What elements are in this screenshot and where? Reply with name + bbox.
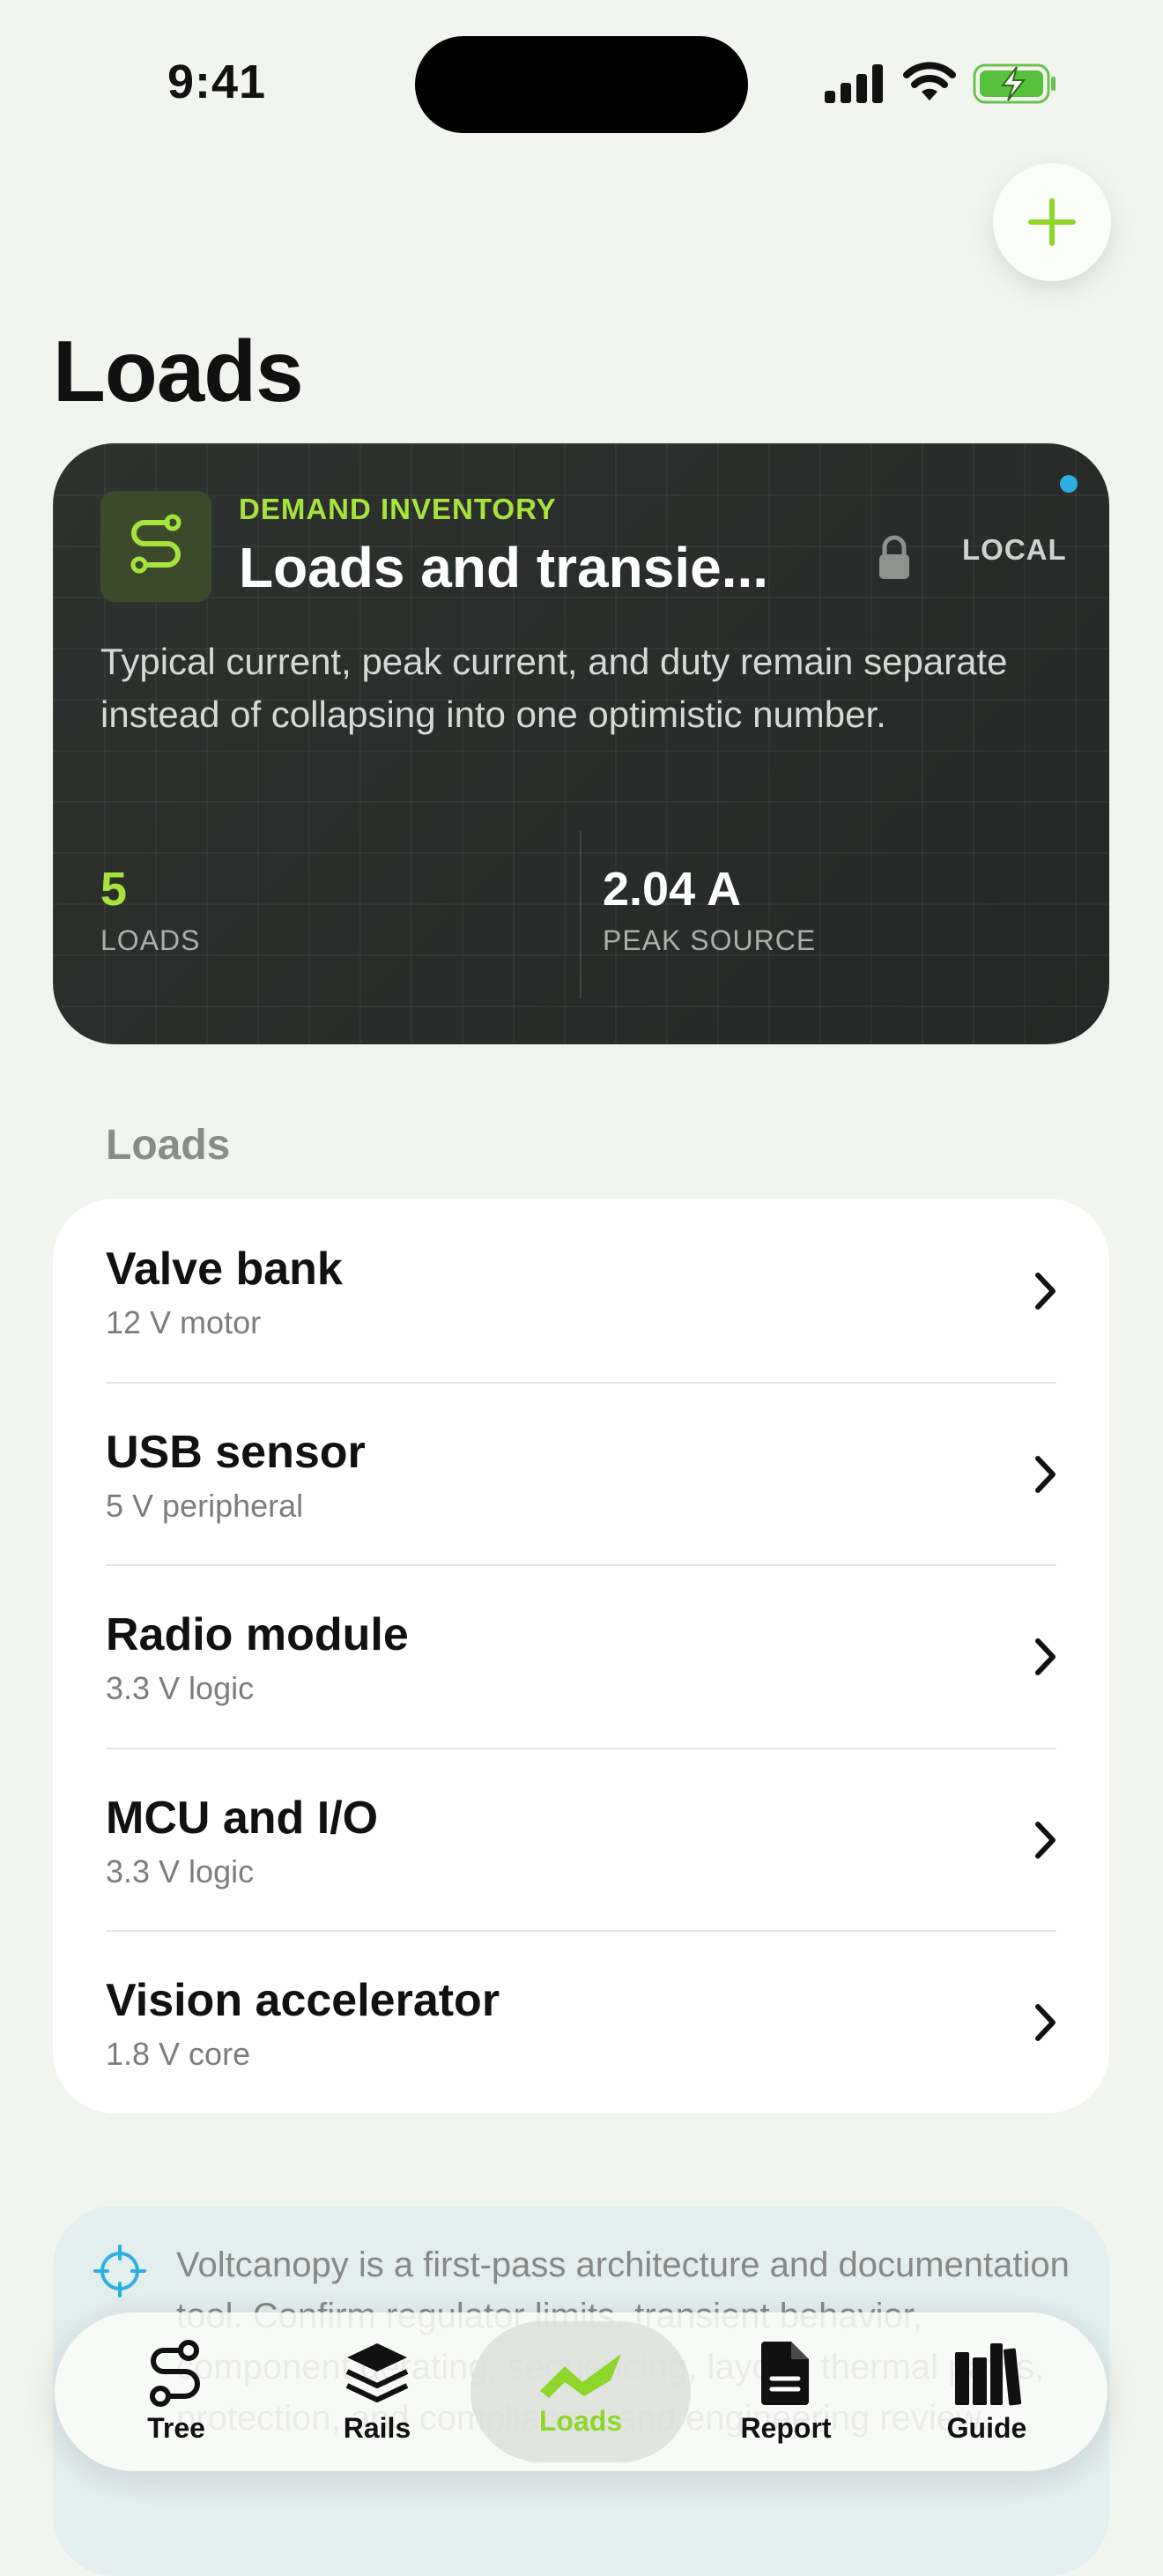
tab-label: Report — [740, 2411, 832, 2444]
tab-tree[interactable]: Tree — [76, 2312, 277, 2471]
load-name: Radio module — [106, 1609, 409, 1661]
card-eyebrow: DEMAND INVENTORY — [239, 493, 557, 525]
stat-label: LOADS — [100, 924, 201, 956]
status-time: 9:41 — [167, 56, 267, 108]
crosshair-icon — [93, 2245, 146, 2298]
cellular-signal-icon — [825, 64, 883, 103]
tab-guide[interactable]: Guide — [886, 2312, 1087, 2471]
chevron-right-icon — [1035, 2004, 1056, 2042]
status-dot — [1060, 475, 1078, 493]
loads-icon — [540, 2353, 621, 2398]
loads-list: Valve bank 12 V motor USB sensor 5 V per… — [53, 1199, 1109, 2113]
load-name: Valve bank — [106, 1243, 343, 1295]
card-title: Loads and transie... — [239, 536, 769, 599]
load-name: USB sensor — [106, 1426, 366, 1478]
add-load-button[interactable] — [993, 163, 1111, 281]
load-detail: 1.8 V core — [106, 2036, 251, 2073]
dynamic-island — [415, 36, 748, 133]
page-title: Loads — [53, 323, 304, 419]
demand-inventory-card: DEMAND INVENTORY Loads and transie... LO… — [53, 443, 1109, 1044]
load-name: MCU and I/O — [106, 1792, 379, 1844]
stat-value: 2.04 A — [603, 863, 742, 916]
load-detail: 12 V motor — [106, 1304, 262, 1340]
chevron-right-icon — [1035, 1273, 1056, 1310]
tab-label: Loads — [538, 2404, 623, 2437]
card-description: Typical current, peak current, and duty … — [100, 641, 1008, 735]
route-icon — [100, 491, 211, 602]
route-glyph — [130, 514, 181, 574]
tree-icon — [150, 2339, 200, 2407]
load-detail: 5 V peripheral — [106, 1487, 304, 1524]
section-label: Loads — [106, 1122, 231, 1169]
load-detail: 3.3 V logic — [106, 1670, 255, 1707]
tab-report[interactable]: Report — [685, 2312, 886, 2471]
plus-icon — [1028, 198, 1076, 246]
tab-label: Guide — [946, 2411, 1027, 2444]
wifi-icon — [903, 62, 956, 100]
report-icon — [761, 2341, 809, 2405]
list-item[interactable]: USB sensor 5 V peripheral — [53, 1381, 1109, 1565]
chevron-right-icon — [1035, 1638, 1056, 1676]
tab-bar: Tree Rails Loads Report Guide — [55, 2312, 1107, 2471]
stat-value: 5 — [100, 863, 128, 916]
rails-icon — [345, 2342, 409, 2402]
load-name: Vision accelerator — [106, 1975, 500, 2027]
stat-divider — [580, 831, 582, 998]
stat-label: PEAK SOURCE — [603, 924, 817, 956]
tab-label: Tree — [147, 2411, 205, 2444]
chevron-right-icon — [1035, 1455, 1056, 1493]
storage-badge: LOCAL — [962, 533, 1067, 566]
lock-icon — [879, 535, 909, 579]
guide-icon — [955, 2342, 1022, 2405]
stat-loads: 5 LOADS — [100, 863, 200, 957]
chevron-right-icon — [1035, 1821, 1056, 1859]
stat-peak-source: 2.04 A PEAK SOURCE — [603, 863, 816, 957]
tab-loads[interactable]: Loads — [470, 2321, 691, 2462]
list-item[interactable]: Vision accelerator 1.8 V core — [53, 1930, 1109, 2113]
list-item[interactable]: Radio module 3.3 V logic — [53, 1564, 1109, 1748]
tab-rails[interactable]: Rails — [277, 2312, 478, 2471]
tab-label: Rails — [343, 2411, 411, 2444]
battery-charging-icon — [973, 63, 1056, 104]
load-detail: 3.3 V logic — [106, 1852, 255, 1889]
list-item[interactable]: MCU and I/O 3.3 V logic — [53, 1747, 1109, 1931]
list-item[interactable]: Valve bank 12 V motor — [53, 1199, 1109, 1382]
